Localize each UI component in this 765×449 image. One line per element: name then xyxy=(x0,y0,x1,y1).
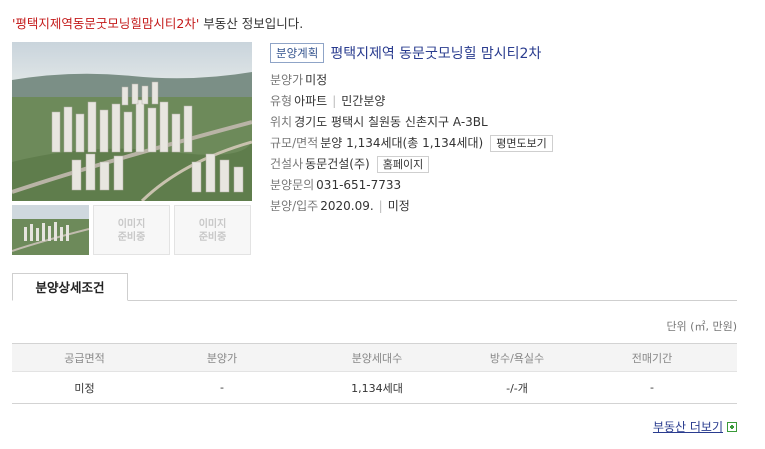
detail-row-builder: 건설사 동문건설(주) 홈페이지 xyxy=(270,154,750,175)
placeholder-text-line1: 이미지 xyxy=(117,219,146,230)
thumbnail-image xyxy=(12,205,89,255)
schedule-label: 분양/입주 xyxy=(270,199,319,213)
detail-row-schedule: 분양/입주 2020.09. | 미정 xyxy=(270,196,750,217)
project-info: 분양계획 평택지제역 동문굿모닝힐 맘시티2차 분양가 미정 유형 아파트 | … xyxy=(270,43,750,217)
contact-label: 분양문의 xyxy=(270,178,315,192)
more-link-label[interactable]: 부동산 더보기 xyxy=(653,418,723,435)
page-headline: '평택지제역동문굿모닝힐맘시티2차' 부동산 정보입니다. xyxy=(12,13,303,32)
col-resale-period: 전매기간 xyxy=(567,343,737,372)
thumbnail-placeholder-3: 이미지 준비중 xyxy=(174,205,251,255)
thumbnail-placeholder-2: 이미지 준비중 xyxy=(93,205,170,255)
table-row: 미정 - 1,134세대 -/-개 - xyxy=(12,371,737,404)
detail-row-price: 분양가 미정 xyxy=(270,70,750,91)
detail-row-type: 유형 아파트 | 민간분양 xyxy=(270,91,750,112)
floorplan-button[interactable]: 평면도보기 xyxy=(490,135,553,152)
col-rooms: 방수/욕실수 xyxy=(467,343,567,372)
cell-resale-period: - xyxy=(567,371,737,404)
builder-label: 건설사 xyxy=(270,157,304,171)
placeholder-text-line1: 이미지 xyxy=(198,219,227,230)
unit-note: 단위 (㎡, 만원) xyxy=(666,320,737,333)
conditions-table: 공급면적 분양가 분양세대수 방수/욕실수 전매기간 미정 - 1,134세대 … xyxy=(12,343,737,404)
tab-sale-conditions[interactable]: 분양상세조건 xyxy=(12,273,128,301)
col-units: 분양세대수 xyxy=(287,343,467,372)
cell-supply-area: 미정 xyxy=(12,371,157,404)
detail-row-contact: 분양문의 031-651-7733 xyxy=(270,175,750,196)
detail-row-scale: 규모/면적 분양 1,134세대(총 1,134세대) 평면도보기 xyxy=(270,133,750,154)
col-price: 분양가 xyxy=(157,343,287,372)
headline-project-name: '평택지제역동문굿모닝힐맘시티2차' xyxy=(12,16,200,31)
more-realestate-link[interactable]: 부동산 더보기 xyxy=(653,418,737,435)
divider: | xyxy=(332,94,337,108)
col-supply-area: 공급면적 xyxy=(12,343,157,372)
status-badge: 분양계획 xyxy=(270,43,325,63)
headline-suffix: 부동산 정보입니다. xyxy=(199,16,304,31)
schedule-sale: 2020.09. xyxy=(320,199,374,213)
cell-rooms: -/-개 xyxy=(467,371,567,404)
placeholder-text-line2: 준비중 xyxy=(198,232,227,243)
location-value: 경기도 평택시 칠원동 신촌지구 A-3BL xyxy=(294,115,488,129)
contact-value: 031-651-7733 xyxy=(316,178,402,192)
price-label: 분양가 xyxy=(270,73,304,87)
divider: | xyxy=(378,199,383,213)
aerial-photo-image xyxy=(12,42,252,201)
scale-value: 분양 1,134세대(총 1,134세대) xyxy=(320,136,484,150)
builder-value: 동문건설(주) xyxy=(305,157,370,171)
price-value: 미정 xyxy=(305,73,328,87)
detail-row-location: 위치 경기도 평택시 칠원동 신촌지구 A-3BL xyxy=(270,112,750,133)
table-header-row: 공급면적 분양가 분양세대수 방수/욕실수 전매기간 xyxy=(12,343,737,372)
placeholder-text-line2: 준비중 xyxy=(117,232,146,243)
cell-price: - xyxy=(157,371,287,404)
project-title-row: 분양계획 평택지제역 동문굿모닝힐 맘시티2차 xyxy=(270,43,750,63)
type-value-2: 민간분양 xyxy=(341,94,386,108)
type-value-1: 아파트 xyxy=(294,94,328,108)
main-photo[interactable] xyxy=(12,42,252,201)
schedule-move: 미정 xyxy=(387,199,410,213)
scale-label: 규모/면적 xyxy=(270,136,319,150)
cell-units: 1,134세대 xyxy=(287,371,467,404)
type-label: 유형 xyxy=(270,94,293,108)
plus-icon xyxy=(727,421,737,432)
homepage-button[interactable]: 홈페이지 xyxy=(376,156,430,173)
project-title: 평택지제역 동문굿모닝힐 맘시티2차 xyxy=(330,46,542,62)
location-label: 위치 xyxy=(270,115,293,129)
thumbnail-1[interactable] xyxy=(12,205,89,255)
